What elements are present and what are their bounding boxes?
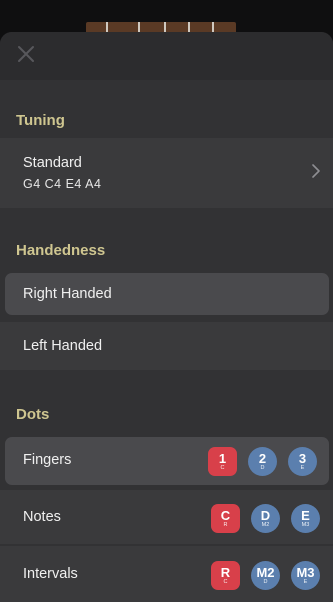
tuning-name: Standard	[23, 155, 82, 171]
dots-option-fingers[interactable]: Fingers 1C 2D 3E	[5, 437, 329, 485]
dots-option-intervals[interactable]: Intervals RC M2 D M3 E	[0, 546, 333, 602]
dots-option-notes[interactable]: Notes CR D M2 E M3	[0, 490, 333, 544]
tuning-row[interactable]: Standard G4 C4 E4 A4	[0, 138, 333, 208]
option-label: Left Handed	[23, 338, 103, 354]
interval-badge: M3 E	[291, 561, 320, 590]
chevron-right-icon	[312, 164, 320, 178]
finger-badge: 1C	[208, 447, 237, 476]
option-label: Intervals	[23, 566, 78, 582]
note-badge: CR	[211, 504, 240, 533]
badge-group: RC M2 D M3 E	[211, 561, 320, 590]
option-left-handed[interactable]: Left Handed	[0, 322, 333, 370]
section-title-dots: Dots	[16, 406, 50, 423]
section-title-handedness: Handedness	[16, 242, 106, 259]
close-icon[interactable]	[14, 42, 38, 66]
settings-sheet: Tuning Standard G4 C4 E4 A4 Handedness R…	[0, 32, 333, 602]
section-title-tuning: Tuning	[16, 112, 65, 129]
badge-group: CR D M2 E M3	[211, 504, 320, 533]
finger-badge: 3E	[288, 447, 317, 476]
note-badge: D M2	[251, 504, 280, 533]
interval-badge: RC	[211, 561, 240, 590]
tuning-notes: G4 C4 E4 A4	[23, 177, 102, 191]
option-label: Fingers	[23, 452, 72, 468]
option-label: Right Handed	[23, 286, 112, 302]
interval-badge: M2 D	[251, 561, 280, 590]
finger-badge: 2D	[248, 447, 277, 476]
sheet-header	[0, 32, 333, 80]
option-right-handed[interactable]: Right Handed	[5, 273, 329, 315]
note-badge: E M3	[291, 504, 320, 533]
option-label: Notes	[23, 509, 61, 525]
badge-group: 1C 2D 3E	[208, 447, 317, 476]
